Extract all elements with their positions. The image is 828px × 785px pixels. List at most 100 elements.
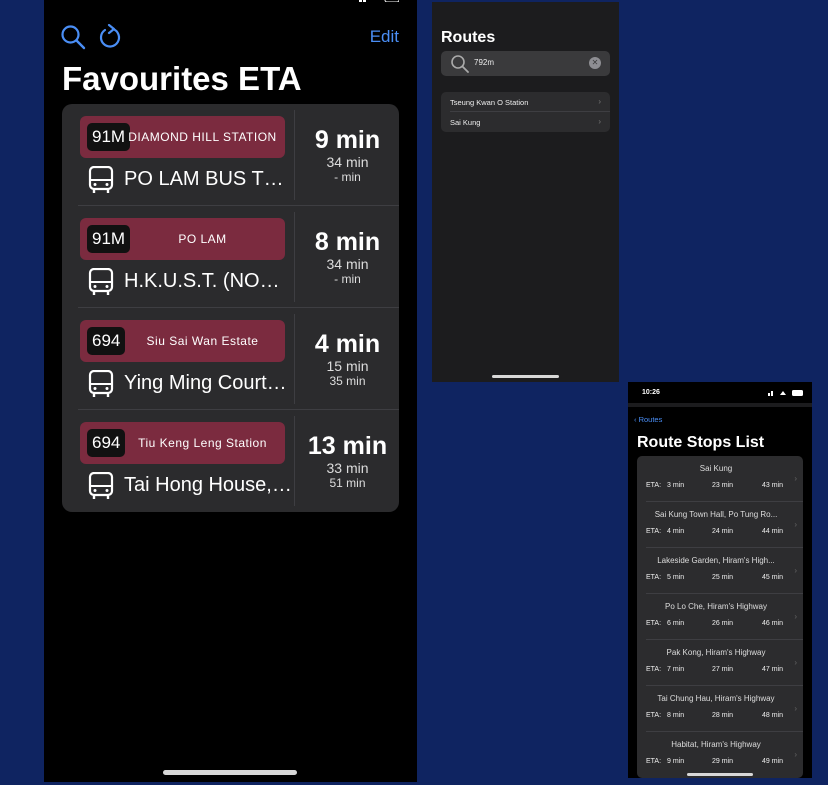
route-banner: 91M DIAMOND HILL STATION xyxy=(80,116,285,158)
favourite-row[interactable]: 694 Siu Sai Wan Estate Ying Ming Court, … xyxy=(62,308,399,410)
eta-third: 49 min xyxy=(762,758,784,765)
eta-first: 9 min xyxy=(667,758,685,765)
eta-label: ETA: xyxy=(646,620,662,627)
page-title: Routes xyxy=(441,29,496,46)
favourites-screen: Edit Favourites ETA 91M DIAMOND HILL STA… xyxy=(44,0,417,782)
chevron-right-icon: › xyxy=(794,474,797,483)
home-indicator[interactable] xyxy=(163,770,297,775)
stop-name: Tai Hong House, Ta... xyxy=(124,474,292,496)
page-title: Route Stops List xyxy=(637,434,765,451)
list-item[interactable]: Tai Chung Hau, Hiram's Highway ETA: 8 mi… xyxy=(637,686,803,732)
chevron-right-icon: › xyxy=(794,612,797,621)
route-direction-label: Sai Kung xyxy=(450,118,481,127)
eta-second: 28 min xyxy=(712,712,734,719)
eta-third: 46 min xyxy=(762,620,784,627)
eta-third: 45 min xyxy=(762,574,784,581)
eta-next: 8 min xyxy=(314,228,381,256)
favourite-row[interactable]: 694 Tiu Keng Leng Station Tai Hong House… xyxy=(62,410,399,512)
eta-third: - min xyxy=(334,272,361,286)
page-title: Favourites ETA xyxy=(62,60,302,97)
route-destination: Siu Sai Wan Estate xyxy=(146,334,259,348)
back-label: Routes xyxy=(638,415,663,424)
favourite-row[interactable]: 91M DIAMOND HILL STATION PO LAM BUS TER.… xyxy=(62,104,399,206)
chevron-right-icon: › xyxy=(794,658,797,667)
eta-second: 23 min xyxy=(712,482,734,489)
eta-first: 4 min xyxy=(667,528,685,535)
eta-label: ETA: xyxy=(646,528,662,535)
route-number: 694 xyxy=(87,327,126,355)
eta-third: 35 min xyxy=(329,374,366,388)
route-number: 694 xyxy=(87,429,126,457)
search-input[interactable]: 792m ✕ xyxy=(441,51,610,76)
list-item[interactable]: Pak Kong, Hiram's Highway ETA: 7 min 27 … xyxy=(637,640,803,686)
divider xyxy=(294,416,295,506)
eta-second: 34 min xyxy=(326,256,369,272)
eta-third: - min xyxy=(334,170,361,184)
clear-icon[interactable]: ✕ xyxy=(589,57,601,69)
route-banner: 694 Tiu Keng Leng Station xyxy=(80,422,285,464)
back-button[interactable]: ‹ Routes xyxy=(634,415,662,424)
chevron-right-icon: › xyxy=(794,566,797,575)
status-time: 10:26 xyxy=(642,389,660,396)
eta-second: 34 min xyxy=(326,154,369,170)
route-banner: 91M PO LAM xyxy=(80,218,285,260)
stop-name: Habitat, Hiram's Highway xyxy=(671,740,761,749)
stop-name: Sai Kung xyxy=(699,464,733,473)
list-item[interactable]: Tseung Kwan O Station › xyxy=(441,92,610,112)
search-value: 792m xyxy=(474,58,495,67)
stop-name: Po Lo Che, Hiram's Highway xyxy=(664,602,767,611)
eta-first: 8 min xyxy=(667,712,685,719)
eta-label: ETA: xyxy=(646,712,662,719)
route-destination: Tiu Keng Leng Station xyxy=(138,436,267,450)
favourite-row[interactable]: 91M PO LAM H.K.U.S.T. (NORTH) 8 min 34 m… xyxy=(62,206,399,308)
eta-first: 6 min xyxy=(667,620,685,627)
list-item[interactable]: Sai Kung ETA: 3 min 23 min 43 min › xyxy=(637,456,803,502)
eta-third: 51 min xyxy=(329,476,366,490)
eta-first: 7 min xyxy=(667,666,685,673)
stop-name: H.K.U.S.T. (NORTH) xyxy=(124,270,292,292)
status-bar-icons xyxy=(768,390,803,396)
route-banner: 694 Siu Sai Wan Estate xyxy=(80,320,285,362)
chevron-right-icon: › xyxy=(598,117,601,126)
list-item[interactable]: Habitat, Hiram's Highway ETA: 9 min 29 m… xyxy=(637,732,803,778)
refresh-icon[interactable] xyxy=(97,24,123,50)
stop-name: PO LAM BUS TER... xyxy=(124,168,292,190)
eta-first: 5 min xyxy=(667,574,685,581)
home-indicator[interactable] xyxy=(687,773,753,776)
list-item[interactable]: Lakeside Garden, Hiram's High... ETA: 5 … xyxy=(637,548,803,594)
edit-button[interactable]: Edit xyxy=(370,27,399,47)
eta-next: 9 min xyxy=(314,126,381,154)
home-indicator[interactable] xyxy=(492,375,559,378)
chevron-right-icon: › xyxy=(598,97,601,106)
routes-list: Tseung Kwan O Station › Sai Kung › xyxy=(441,92,610,132)
header-bar xyxy=(628,403,812,407)
chevron-right-icon: › xyxy=(794,750,797,759)
eta-next: 4 min xyxy=(314,330,381,358)
divider xyxy=(294,110,295,200)
status-bar-icons xyxy=(359,0,399,2)
eta-second: 33 min xyxy=(326,460,369,476)
eta-label: ETA: xyxy=(646,482,662,489)
stop-name: Lakeside Garden, Hiram's High... xyxy=(657,556,775,565)
list-item[interactable]: Sai Kung Town Hall, Po Tung Ro... ETA: 4… xyxy=(637,502,803,548)
favourites-list: 91M DIAMOND HILL STATION PO LAM BUS TER.… xyxy=(62,104,399,512)
route-destination: PO LAM xyxy=(178,232,227,246)
bus-icon xyxy=(88,472,114,499)
eta-second: 27 min xyxy=(712,666,734,673)
eta-second: 24 min xyxy=(712,528,734,535)
eta-next: 13 min xyxy=(307,432,388,460)
stop-name: Pak Kong, Hiram's Highway xyxy=(666,648,766,657)
chevron-right-icon: › xyxy=(794,520,797,529)
route-direction-label: Tseung Kwan O Station xyxy=(450,98,529,107)
routes-screen: Routes 792m ✕ Tseung Kwan O Station › Sa… xyxy=(432,2,619,382)
chevron-right-icon: › xyxy=(794,704,797,713)
list-item[interactable]: Po Lo Che, Hiram's Highway ETA: 6 min 26… xyxy=(637,594,803,640)
stop-name: Tai Chung Hau, Hiram's Highway xyxy=(657,694,775,703)
eta-label: ETA: xyxy=(646,666,662,673)
list-item[interactable]: Sai Kung › xyxy=(441,112,610,132)
search-icon[interactable] xyxy=(60,24,86,50)
eta-label: ETA: xyxy=(646,574,662,581)
route-destination: DIAMOND HILL STATION xyxy=(128,130,277,144)
eta-label: ETA: xyxy=(646,758,662,765)
eta-second: 26 min xyxy=(712,620,734,627)
